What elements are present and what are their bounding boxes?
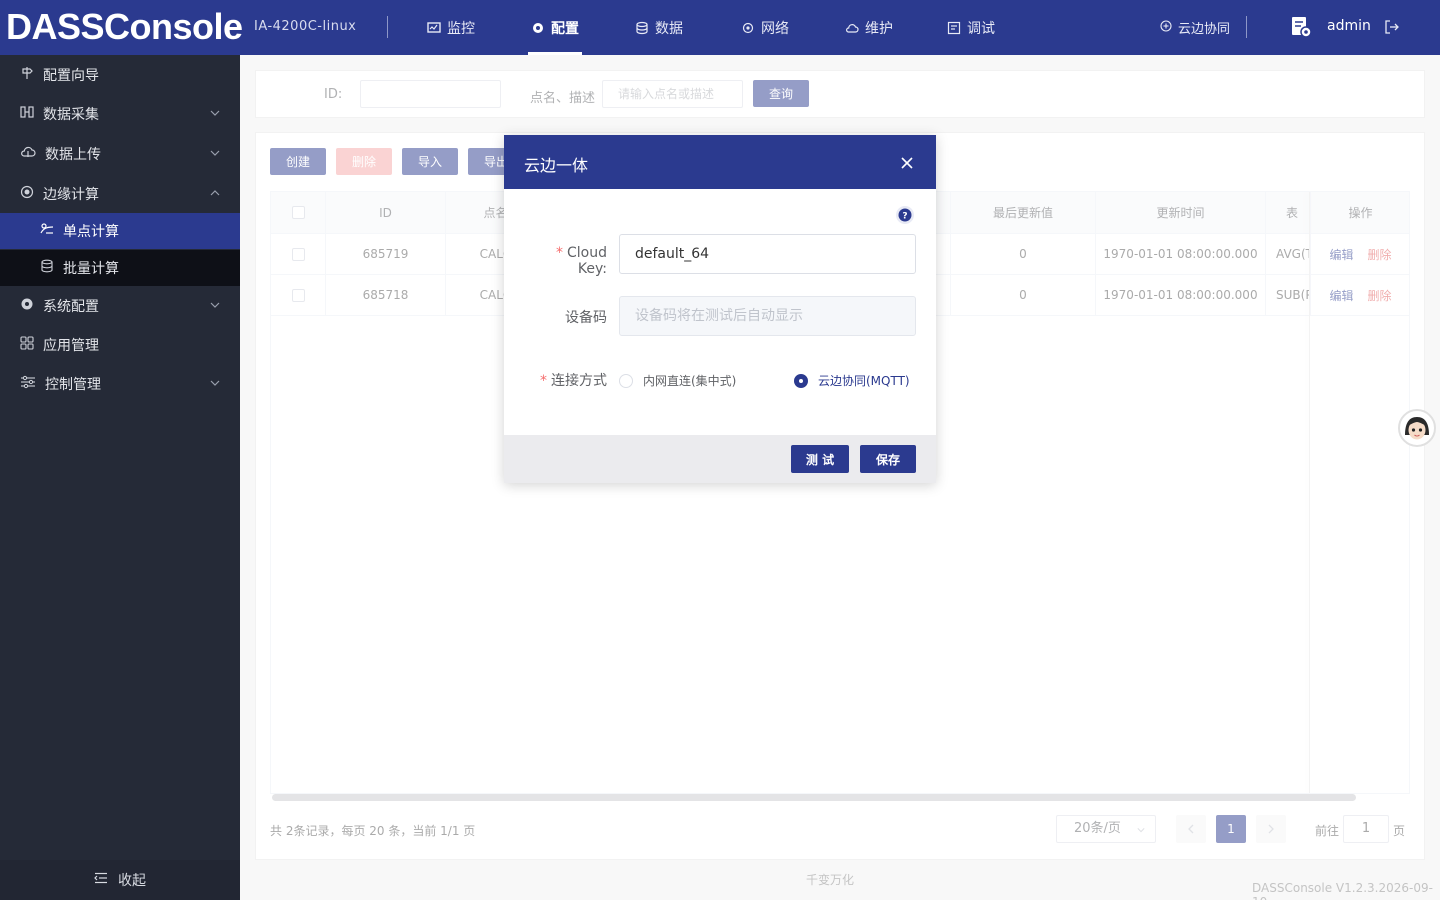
sidebar-item-batch-calc[interactable]: 批量计算	[0, 250, 240, 286]
cloud-key-input[interactable]: default_64	[619, 234, 916, 274]
radio-button[interactable]	[619, 373, 633, 388]
svg-text:?: ?	[902, 212, 907, 222]
database-icon	[635, 21, 649, 35]
dialog-title: 云边一体	[524, 156, 589, 175]
nav-maintain[interactable]: 维护	[845, 0, 893, 55]
sidebar-item-single-calc[interactable]: 单点计算	[0, 213, 240, 249]
radio-button-selected[interactable]	[794, 373, 808, 388]
sidebar-item-label: 边缘计算	[43, 187, 99, 203]
sidebar-collapse-button[interactable]: 收起	[0, 860, 240, 900]
cloud-collab-icon	[1160, 19, 1172, 36]
sidebar-item-upload[interactable]: 数据上传	[0, 134, 240, 174]
device-code-input[interactable]: 设备码将在测试后自动显示	[619, 296, 916, 336]
monitor-icon	[427, 21, 441, 35]
user-doc-icon	[1290, 15, 1312, 39]
debug-icon	[947, 21, 961, 35]
radio-cloud-mqtt-label: 云边协同(MQTT)	[818, 374, 910, 388]
cloud-edge-dialog: 云边一体 ? * Cloud Key: default_64 设备码 设备码将在测…	[504, 135, 936, 483]
sidebar-item-collect[interactable]: 数据采集	[0, 94, 240, 134]
username[interactable]: admin	[1327, 18, 1371, 34]
network-icon	[741, 21, 755, 35]
sidebar-item-label: 数据上传	[45, 147, 101, 163]
system-icon	[20, 297, 34, 315]
upload-icon	[20, 145, 36, 163]
radio-lan-direct[interactable]: 内网直连(集中式)	[619, 372, 736, 389]
required-mark: *	[556, 245, 563, 261]
chevron-down-icon	[210, 380, 220, 386]
sidebar-item-wizard[interactable]: 配置向导	[0, 55, 240, 95]
sidebar-item-control[interactable]: 控制管理	[0, 364, 240, 404]
device-code-label: 设备码	[565, 310, 607, 326]
collect-icon	[20, 105, 34, 123]
sidebar-item-label: 批量计算	[63, 261, 119, 277]
divider	[1246, 16, 1247, 38]
gear-icon	[531, 21, 545, 35]
wizard-icon	[20, 66, 34, 84]
nav-data[interactable]: 数据	[635, 0, 683, 55]
nav-config[interactable]: 配置	[528, 0, 582, 55]
help-icon[interactable]: ?	[895, 205, 915, 225]
brand-logo: DASSConsole	[6, 6, 243, 47]
required-mark: *	[540, 373, 547, 389]
nav-network[interactable]: 网络	[741, 0, 789, 55]
control-icon	[20, 375, 36, 393]
nav-monitor-label: 监控	[447, 20, 475, 37]
dialog-header: 云边一体	[504, 135, 936, 189]
nav-network-label: 网络	[761, 20, 789, 37]
sidebar-item-label: 应用管理	[43, 338, 99, 354]
batch-calc-icon	[40, 259, 54, 277]
cloud-collab-label: 云边协同	[1178, 22, 1231, 37]
radio-cloud-mqtt[interactable]: 云边协同(MQTT)	[794, 372, 910, 389]
sidebar-item-label: 单点计算	[63, 224, 119, 240]
sidebar-item-label: 控制管理	[45, 377, 101, 393]
nav-debug[interactable]: 调试	[947, 0, 995, 55]
close-icon[interactable]	[901, 157, 913, 169]
menu-fold-icon	[94, 872, 108, 888]
device-model: IA-4200C-linux	[254, 19, 357, 34]
nav-maintain-label: 维护	[865, 20, 893, 37]
nav-data-label: 数据	[655, 20, 683, 37]
dialog-footer: 测 试 保存	[504, 435, 936, 483]
chevron-up-icon	[210, 190, 220, 196]
single-calc-icon	[40, 222, 54, 240]
chevron-down-icon	[210, 110, 220, 116]
save-button[interactable]: 保存	[860, 445, 916, 473]
logout-icon[interactable]	[1384, 19, 1400, 35]
connect-mode-label-text: 连接方式	[551, 373, 607, 389]
sidebar-item-edge-compute[interactable]: 边缘计算	[0, 174, 240, 214]
top-bar: DASSConsole IA-4200C-linux 监控 配置 数据 网络 维…	[0, 0, 1440, 55]
avatar-face-icon	[1405, 417, 1429, 440]
apps-icon	[20, 336, 34, 354]
test-button[interactable]: 测 试	[791, 445, 849, 473]
connect-mode-label: * 连接方式	[524, 370, 607, 390]
divider	[387, 16, 388, 38]
sidebar-item-system[interactable]: 系统配置	[0, 286, 240, 326]
sidebar-item-label: 配置向导	[43, 68, 99, 84]
chevron-down-icon	[210, 302, 220, 308]
cloud-collab-link[interactable]: 云边协同	[1160, 0, 1230, 55]
sidebar: 配置向导 数据采集 数据上传 边缘计算 单点计算 批量计算 系统配置 应用管理 …	[0, 55, 240, 900]
cloud-key-label-text: Cloud Key:	[567, 245, 607, 277]
sidebar-item-label: 系统配置	[43, 299, 99, 315]
sidebar-item-apps[interactable]: 应用管理	[0, 325, 240, 365]
cloud-key-label: * Cloud Key:	[524, 245, 607, 277]
compute-icon	[20, 185, 34, 203]
nav-config-label: 配置	[551, 20, 579, 37]
collapse-label: 收起	[118, 873, 146, 889]
nav-debug-label: 调试	[967, 20, 995, 37]
assistant-avatar[interactable]	[1398, 409, 1436, 447]
radio-lan-direct-label: 内网直连(集中式)	[643, 374, 737, 388]
sidebar-item-label: 数据采集	[43, 107, 99, 123]
chevron-down-icon	[210, 150, 220, 156]
cloud-icon	[845, 21, 859, 35]
nav-monitor[interactable]: 监控	[427, 0, 475, 55]
